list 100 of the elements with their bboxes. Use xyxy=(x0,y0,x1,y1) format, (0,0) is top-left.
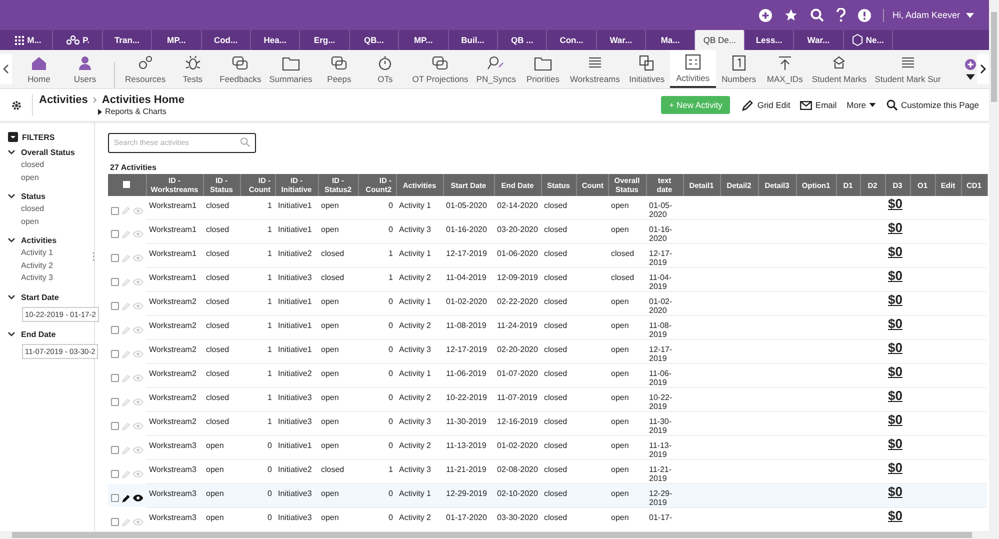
row-checkbox[interactable] xyxy=(111,422,119,430)
table-cell: open xyxy=(611,489,629,498)
row-checkbox[interactable] xyxy=(111,350,119,358)
toolbar-item[interactable]: Users xyxy=(62,50,108,88)
toolbar-item[interactable]: Resources xyxy=(121,50,170,88)
search-icon[interactable] xyxy=(810,8,824,22)
table-cell: open xyxy=(321,417,339,426)
filter-group-header[interactable]: Start Date xyxy=(8,292,59,302)
filter-option[interactable]: closed xyxy=(21,203,44,216)
table-cell: 03-20-2020 xyxy=(497,225,538,234)
amount-link[interactable]: $0 xyxy=(888,319,902,328)
filter-option[interactable]: Activity 3 xyxy=(21,272,54,284)
vertical-scrollbar[interactable] xyxy=(989,0,999,539)
alert-icon[interactable] xyxy=(858,8,872,22)
breadcrumb-link[interactable]: Activities xyxy=(39,94,88,106)
toolbar-item[interactable]: Tests xyxy=(170,50,216,88)
select-all-checkbox[interactable] xyxy=(123,180,130,188)
toolbar-item[interactable]: OTs xyxy=(362,50,408,88)
collapse-icon[interactable] xyxy=(8,132,18,142)
table-cell: 02-08-2020 xyxy=(497,465,538,474)
amount-link[interactable]: $0 xyxy=(888,199,902,208)
filter-group-header[interactable]: Status xyxy=(8,192,46,201)
add-icon[interactable] xyxy=(964,58,976,70)
toolbar-item[interactable]: Peeps xyxy=(316,50,362,88)
row-checkbox[interactable] xyxy=(111,398,119,406)
row-checkbox[interactable] xyxy=(111,446,119,454)
table-cell: 11-07-2019 xyxy=(497,393,538,402)
pencil-icon[interactable] xyxy=(122,494,130,503)
amount-link[interactable]: $0 xyxy=(888,391,902,400)
toolbar-item[interactable]: Home xyxy=(16,50,62,88)
amount-link[interactable]: $0 xyxy=(888,511,902,520)
row-checkbox[interactable] xyxy=(111,302,119,310)
table-cell: Initiative3 xyxy=(278,489,312,498)
table-cell: open xyxy=(321,513,339,522)
table-cell: 0 xyxy=(268,441,272,450)
scroll-left-button[interactable] xyxy=(0,54,12,84)
toolbar-item[interactable]: Workstreams xyxy=(566,50,624,88)
settings-icon[interactable] xyxy=(10,100,22,110)
row-checkbox[interactable] xyxy=(111,278,119,286)
toolbar-item[interactable]: PN_Syncs xyxy=(472,50,520,88)
filter-group-header[interactable]: Overall Status xyxy=(8,148,75,157)
row-checkbox[interactable] xyxy=(111,374,119,382)
toolbar-item[interactable]: Activities xyxy=(670,50,716,88)
filter-option[interactable]: Activity 2 xyxy=(21,260,54,272)
table-cell: closed xyxy=(544,369,568,378)
star-icon[interactable] xyxy=(784,8,798,22)
amount-link[interactable]: $0 xyxy=(888,247,902,256)
toolbar-item[interactable]: Student Mark Sur xyxy=(870,50,945,88)
row-checkbox[interactable] xyxy=(111,230,119,238)
filter-option[interactable]: Activity 1 xyxy=(21,247,54,260)
table-cell: Workstream1 xyxy=(149,225,196,234)
table-cell: Initiative1 xyxy=(278,441,312,450)
help-icon[interactable] xyxy=(836,8,846,22)
amount-link[interactable]: $0 xyxy=(888,463,902,472)
row-checkbox[interactable] xyxy=(111,254,119,262)
row-checkbox[interactable] xyxy=(111,518,119,526)
more-button[interactable]: More xyxy=(846,100,876,110)
amount-link[interactable]: $0 xyxy=(888,439,902,448)
eye-icon[interactable] xyxy=(132,494,143,502)
caret-icon[interactable] xyxy=(966,74,974,80)
row-checkbox[interactable] xyxy=(111,326,119,334)
row-checkbox[interactable] xyxy=(111,206,119,215)
table-cell: 01-02-2020 xyxy=(446,297,487,306)
toolbar-item[interactable]: Numbers xyxy=(716,50,762,88)
horizontal-scrollbar[interactable] xyxy=(0,531,989,539)
toolbar-item[interactable]: OT Projections xyxy=(408,50,472,88)
table-cell: 01-16-2020 xyxy=(649,225,672,243)
amount-link[interactable]: $0 xyxy=(888,415,902,424)
reports-link[interactable]: Reports & Charts xyxy=(98,107,184,116)
toolbar-item[interactable]: Student Marks xyxy=(808,50,871,88)
table-cell: 11-21-2019 xyxy=(446,465,486,474)
scroll-right-button[interactable] xyxy=(977,54,989,84)
toolbar-item[interactable]: Initiatives xyxy=(624,50,670,88)
add-icon[interactable] xyxy=(759,8,772,22)
customize-button[interactable]: Customize this Page xyxy=(886,99,979,111)
filter-group-header[interactable]: End Date xyxy=(8,330,56,338)
app-tab[interactable]: QB De... xyxy=(695,30,745,50)
amount-link[interactable]: $0 xyxy=(888,343,902,352)
amount-link[interactable]: $0 xyxy=(888,295,902,304)
row-checkbox[interactable] xyxy=(111,470,119,478)
filter-option[interactable]: open xyxy=(21,172,39,184)
chevron-icon xyxy=(8,194,15,199)
email-button[interactable]: Email xyxy=(800,100,837,110)
amount-link[interactable]: $0 xyxy=(888,223,902,232)
amount-link[interactable]: $0 xyxy=(888,271,902,280)
filter-option[interactable]: closed xyxy=(21,159,44,172)
table-cell: 02-22-2020 xyxy=(497,297,538,306)
toolbar-item[interactable]: Priorities xyxy=(520,50,566,88)
user-menu[interactable]: Hi, Adam Keever xyxy=(892,10,974,20)
filter-group-header[interactable]: Activities xyxy=(8,236,57,245)
row-checkbox[interactable] xyxy=(111,494,119,502)
edit-button[interactable]: Grid Edit xyxy=(742,99,790,111)
toolbar-item[interactable]: Summaries xyxy=(265,50,316,88)
chat-icon xyxy=(231,54,250,70)
table-cell: Workstream2 xyxy=(149,321,196,330)
toolbar-item[interactable]: MAX_IDs xyxy=(762,50,808,88)
filter-option[interactable]: open xyxy=(21,216,39,228)
resize-handle-icon[interactable] xyxy=(93,252,95,261)
toolbar-item[interactable]: Feedbacks xyxy=(216,50,266,88)
amount-link[interactable]: $0 xyxy=(888,367,902,376)
